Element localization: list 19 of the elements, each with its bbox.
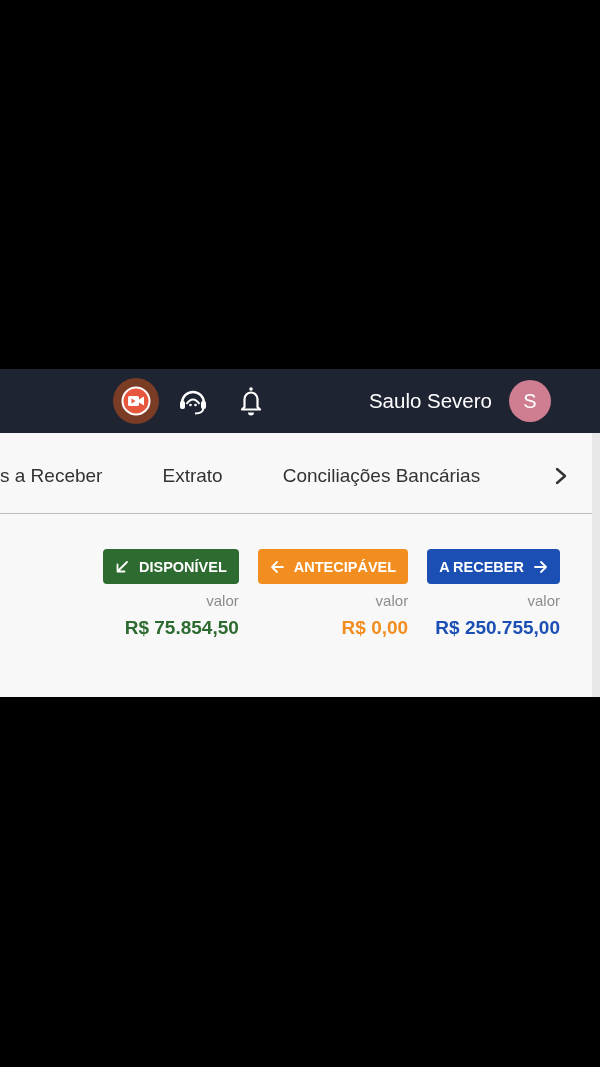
chevron-right-icon[interactable] (554, 466, 568, 486)
balance-amount: R$ 75.854,50 (124, 617, 239, 638)
scrollbar[interactable] (592, 433, 600, 697)
tab[interactable]: Extrato (162, 465, 223, 487)
video-camera-icon[interactable] (113, 378, 159, 424)
arrow-down-left-icon (114, 559, 129, 574)
arrow-right-icon (534, 559, 548, 574)
balance-button[interactable]: DISPONÍVEL (102, 549, 239, 584)
arrow-left-icon (269, 559, 284, 574)
balance-amount: R$ 0,00 (341, 617, 409, 638)
value-caption: valor (527, 592, 560, 609)
user-name: Saulo Severo (368, 389, 492, 413)
value-caption: valor (375, 592, 409, 609)
notifications-bell-icon[interactable] (238, 386, 264, 416)
balance-amount: R$ 250.755,00 (435, 617, 560, 638)
value-caption: valor (206, 592, 239, 609)
balance-button[interactable]: A RECEBER (427, 549, 560, 584)
tab[interactable]: Conciliações Bancárias (282, 465, 481, 487)
tab[interactable]: s a Receber (0, 465, 103, 487)
